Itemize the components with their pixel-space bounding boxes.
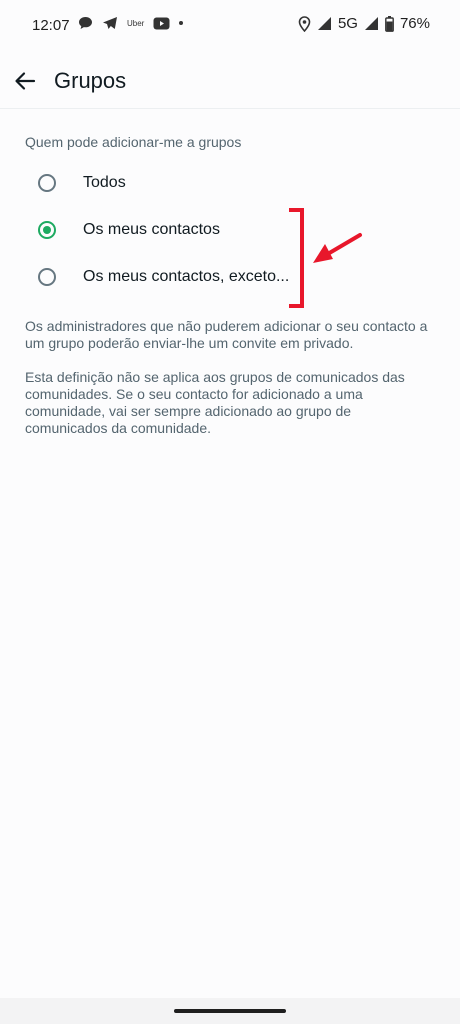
radio-button[interactable]: [38, 174, 56, 192]
communities-description: Esta definição não se aplica aos grupos …: [25, 369, 405, 436]
option-label: Os meus contactos: [83, 221, 220, 238]
chat-bubble-icon: [78, 16, 93, 30]
youtube-icon: [153, 17, 170, 30]
annotation-arrow-icon: [313, 233, 362, 263]
uber-icon: Uber: [127, 18, 145, 28]
option-everyone[interactable]: Todos: [38, 163, 358, 203]
app-bar: Grupos: [0, 52, 460, 109]
network-type: 5G: [337, 15, 358, 32]
signal-icon: [317, 16, 332, 31]
radio-button[interactable]: [38, 268, 56, 286]
invite-description: Os administradores que não puderem adici…: [25, 318, 428, 351]
location-icon: [298, 15, 311, 32]
arrow-left-icon: [15, 72, 36, 90]
system-status: 5G 76%: [298, 15, 430, 32]
annotation-bracket: [289, 208, 304, 308]
page-title: Grupos: [54, 68, 127, 93]
telegram-icon: [102, 16, 118, 30]
signal-icon: [364, 16, 379, 31]
notification-icons: Uber: [78, 16, 184, 30]
section-heading: Quem pode adicionar-me a grupos: [25, 134, 242, 150]
more-notifications-dot: [179, 21, 184, 25]
back-button[interactable]: [12, 68, 38, 94]
option-label: Os meus contactos, exceto...: [83, 268, 290, 285]
navigation-bar: [0, 998, 460, 1024]
battery-icon: [385, 15, 394, 32]
status-time: 12:07: [32, 17, 70, 34]
status-bar: 12:07 Uber 5G 76%: [0, 0, 460, 52]
battery-percent: 76%: [399, 15, 430, 32]
annotation-overlay: [289, 208, 362, 308]
option-label: Todos: [83, 174, 126, 191]
radio-button-selected[interactable]: [38, 221, 56, 239]
home-gesture-handle[interactable]: [174, 1009, 286, 1013]
